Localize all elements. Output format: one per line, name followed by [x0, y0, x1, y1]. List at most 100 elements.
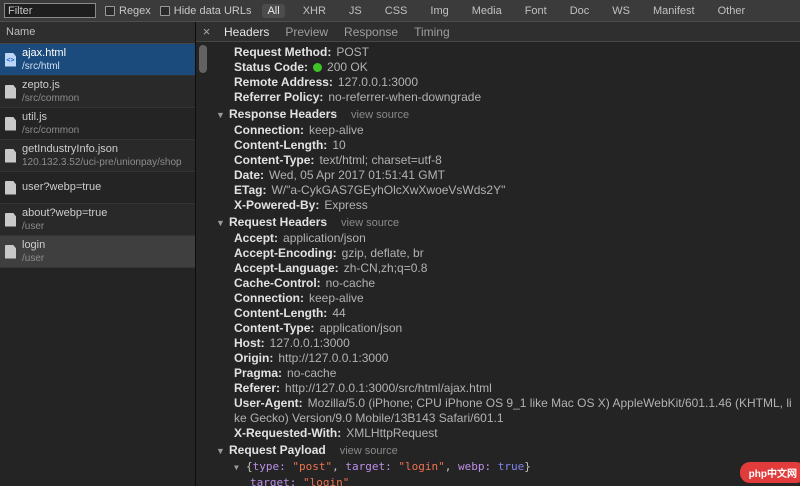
- filter-input[interactable]: [4, 3, 96, 18]
- filter-chip-media[interactable]: Media: [467, 4, 507, 18]
- request-row[interactable]: about?webp=true /user: [0, 204, 195, 236]
- collapse-arrow-icon[interactable]: ▼: [234, 460, 246, 475]
- details-tabs: Headers Preview Response Timing: [216, 24, 458, 40]
- header-key: Content-Length:: [234, 306, 328, 320]
- network-filter-toolbar: Regex Hide data URLs All XHR JS CSS Img Media…: [0, 0, 800, 22]
- header-value: 200 OK: [327, 60, 368, 74]
- filter-chip-doc[interactable]: Doc: [565, 4, 595, 18]
- tab-response[interactable]: Response: [336, 24, 406, 40]
- filter-chip-xhr[interactable]: XHR: [298, 4, 331, 18]
- close-details-icon[interactable]: ×: [199, 22, 214, 42]
- request-path: /src/html: [22, 60, 60, 72]
- view-source-button[interactable]: view source: [340, 445, 398, 457]
- header-entry: Connection: keep-alive: [216, 123, 792, 138]
- headers-content: Request Method: POST Status Code: 200 OK Rem…: [196, 42, 800, 486]
- request-list-pane: Name ajax.html /src/html zepto.js /src/c…: [0, 22, 196, 486]
- regex-checkbox-group[interactable]: Regex: [105, 5, 151, 17]
- header-value: 127.0.0.1:3000: [337, 75, 418, 89]
- header-entry: Pragma: no-cache: [216, 366, 792, 381]
- section-title: Request Payload: [229, 443, 326, 457]
- header-key: Accept:: [234, 231, 279, 245]
- header-value: keep-alive: [309, 123, 364, 137]
- header-entry: Content-Length: 10: [216, 138, 792, 153]
- header-key: Cache-Control:: [234, 276, 321, 290]
- request-path: /src/common: [22, 92, 80, 104]
- header-value: application/json: [283, 231, 366, 245]
- hide-data-urls-checkbox-group[interactable]: Hide data URLs: [159, 5, 251, 17]
- header-key: Remote Address:: [234, 75, 333, 89]
- header-value: Wed, 05 Apr 2017 01:51:41 GMT: [269, 168, 445, 182]
- hide-data-urls-checkbox[interactable]: [159, 5, 170, 16]
- tab-preview[interactable]: Preview: [277, 24, 336, 40]
- header-entry: Accept-Language: zh-CN,zh;q=0.8: [216, 261, 792, 276]
- filter-chip-manifest[interactable]: Manifest: [648, 4, 700, 18]
- header-entry: Content-Length: 44: [216, 306, 792, 321]
- request-row[interactable]: zepto.js /src/common: [0, 76, 195, 108]
- request-name: zepto.js: [22, 78, 60, 91]
- header-value: Mozilla/5.0 (iPhone; CPU iPhone OS 9_1 l…: [234, 396, 792, 425]
- header-value: http://127.0.0.1:3000: [278, 351, 389, 365]
- header-key: Content-Type:: [234, 153, 315, 167]
- header-entry: Content-Type: application/json: [216, 321, 792, 336]
- payload-separator: ,: [332, 460, 346, 473]
- header-value: W/"a-CykGAS7GEyhOlcXwXwoeVsWds2Y": [271, 183, 506, 197]
- file-icon: [5, 116, 16, 131]
- filter-chip-css[interactable]: CSS: [380, 4, 413, 18]
- code-file-icon: [5, 52, 16, 67]
- name-column-header[interactable]: Name: [0, 22, 195, 44]
- payload-value: "login": [302, 476, 350, 486]
- header-value: Express: [324, 198, 368, 212]
- request-row[interactable]: ajax.html /src/html: [0, 44, 195, 76]
- request-row[interactable]: util.js /src/common: [0, 108, 195, 140]
- filter-chip-ws[interactable]: WS: [607, 4, 635, 18]
- header-value: 10: [332, 138, 346, 152]
- payload-separator: ,: [444, 460, 458, 473]
- tab-headers[interactable]: Headers: [216, 24, 277, 40]
- header-key: Pragma:: [234, 366, 283, 380]
- request-row[interactable]: getIndustryInfo.json 120.132.3.52/uci-pr…: [0, 140, 195, 172]
- general-section: Request Method: POST Status Code: 200 OK Rem…: [216, 45, 792, 105]
- filter-chip-font[interactable]: Font: [520, 4, 552, 18]
- filter-chip-img[interactable]: Img: [425, 4, 453, 18]
- header-value: no-cache: [325, 276, 376, 290]
- payload-key: target:: [250, 476, 303, 486]
- collapse-arrow-icon[interactable]: ▼: [216, 216, 229, 231]
- header-value: no-cache: [287, 366, 337, 380]
- header-entry: Accept-Encoding: gzip, deflate, br: [216, 246, 792, 261]
- request-row[interactable]: user?webp=true: [0, 172, 195, 204]
- scrollbar-thumb[interactable]: [199, 45, 207, 73]
- request-name: util.js: [22, 110, 48, 123]
- filter-chip-all[interactable]: All: [262, 3, 285, 18]
- collapse-arrow-icon[interactable]: ▼: [216, 444, 229, 459]
- file-icon: [5, 84, 16, 99]
- header-key: Referrer Policy:: [234, 90, 324, 104]
- header-entry: Date: Wed, 05 Apr 2017 01:51:41 GMT: [216, 168, 792, 183]
- header-key: Request Method:: [234, 45, 332, 59]
- header-key: ETag:: [234, 183, 267, 197]
- header-entry: User-Agent: Mozilla/5.0 (iPhone; CPU iPho…: [216, 396, 792, 426]
- request-row[interactable]: login /user: [0, 236, 195, 268]
- filter-chip-other[interactable]: Other: [713, 4, 751, 18]
- filter-chip-js[interactable]: JS: [344, 4, 367, 18]
- details-scrollbar[interactable]: [199, 44, 207, 484]
- tab-timing[interactable]: Timing: [406, 24, 458, 40]
- payload-value: "login": [398, 460, 445, 473]
- regex-checkbox[interactable]: [105, 5, 115, 16]
- request-name: about?webp=true: [22, 206, 108, 219]
- payload-summary[interactable]: ▼ {type: "post", target: "login", webp: t…: [216, 459, 792, 475]
- view-source-button[interactable]: view source: [351, 109, 409, 121]
- view-source-button[interactable]: view source: [341, 217, 399, 229]
- header-value: keep-alive: [309, 291, 364, 305]
- collapse-arrow-icon[interactable]: ▼: [216, 108, 229, 123]
- header-value: XMLHttpRequest: [346, 426, 438, 440]
- file-icon: [5, 148, 16, 163]
- payload-entry: target: "login": [216, 475, 792, 486]
- request-name: login: [22, 238, 46, 251]
- header-entry: Connection: keep-alive: [216, 291, 792, 306]
- header-entry: Referer: http://127.0.0.1:3000/src/html/a…: [216, 381, 792, 396]
- file-icon: [5, 180, 16, 195]
- header-entry: Origin: http://127.0.0.1:3000: [216, 351, 792, 366]
- request-payload-section: ▼ Request Payload view source ▼ {type: "pos…: [216, 443, 792, 486]
- request-path: /user: [22, 220, 45, 232]
- file-icon: [5, 244, 16, 259]
